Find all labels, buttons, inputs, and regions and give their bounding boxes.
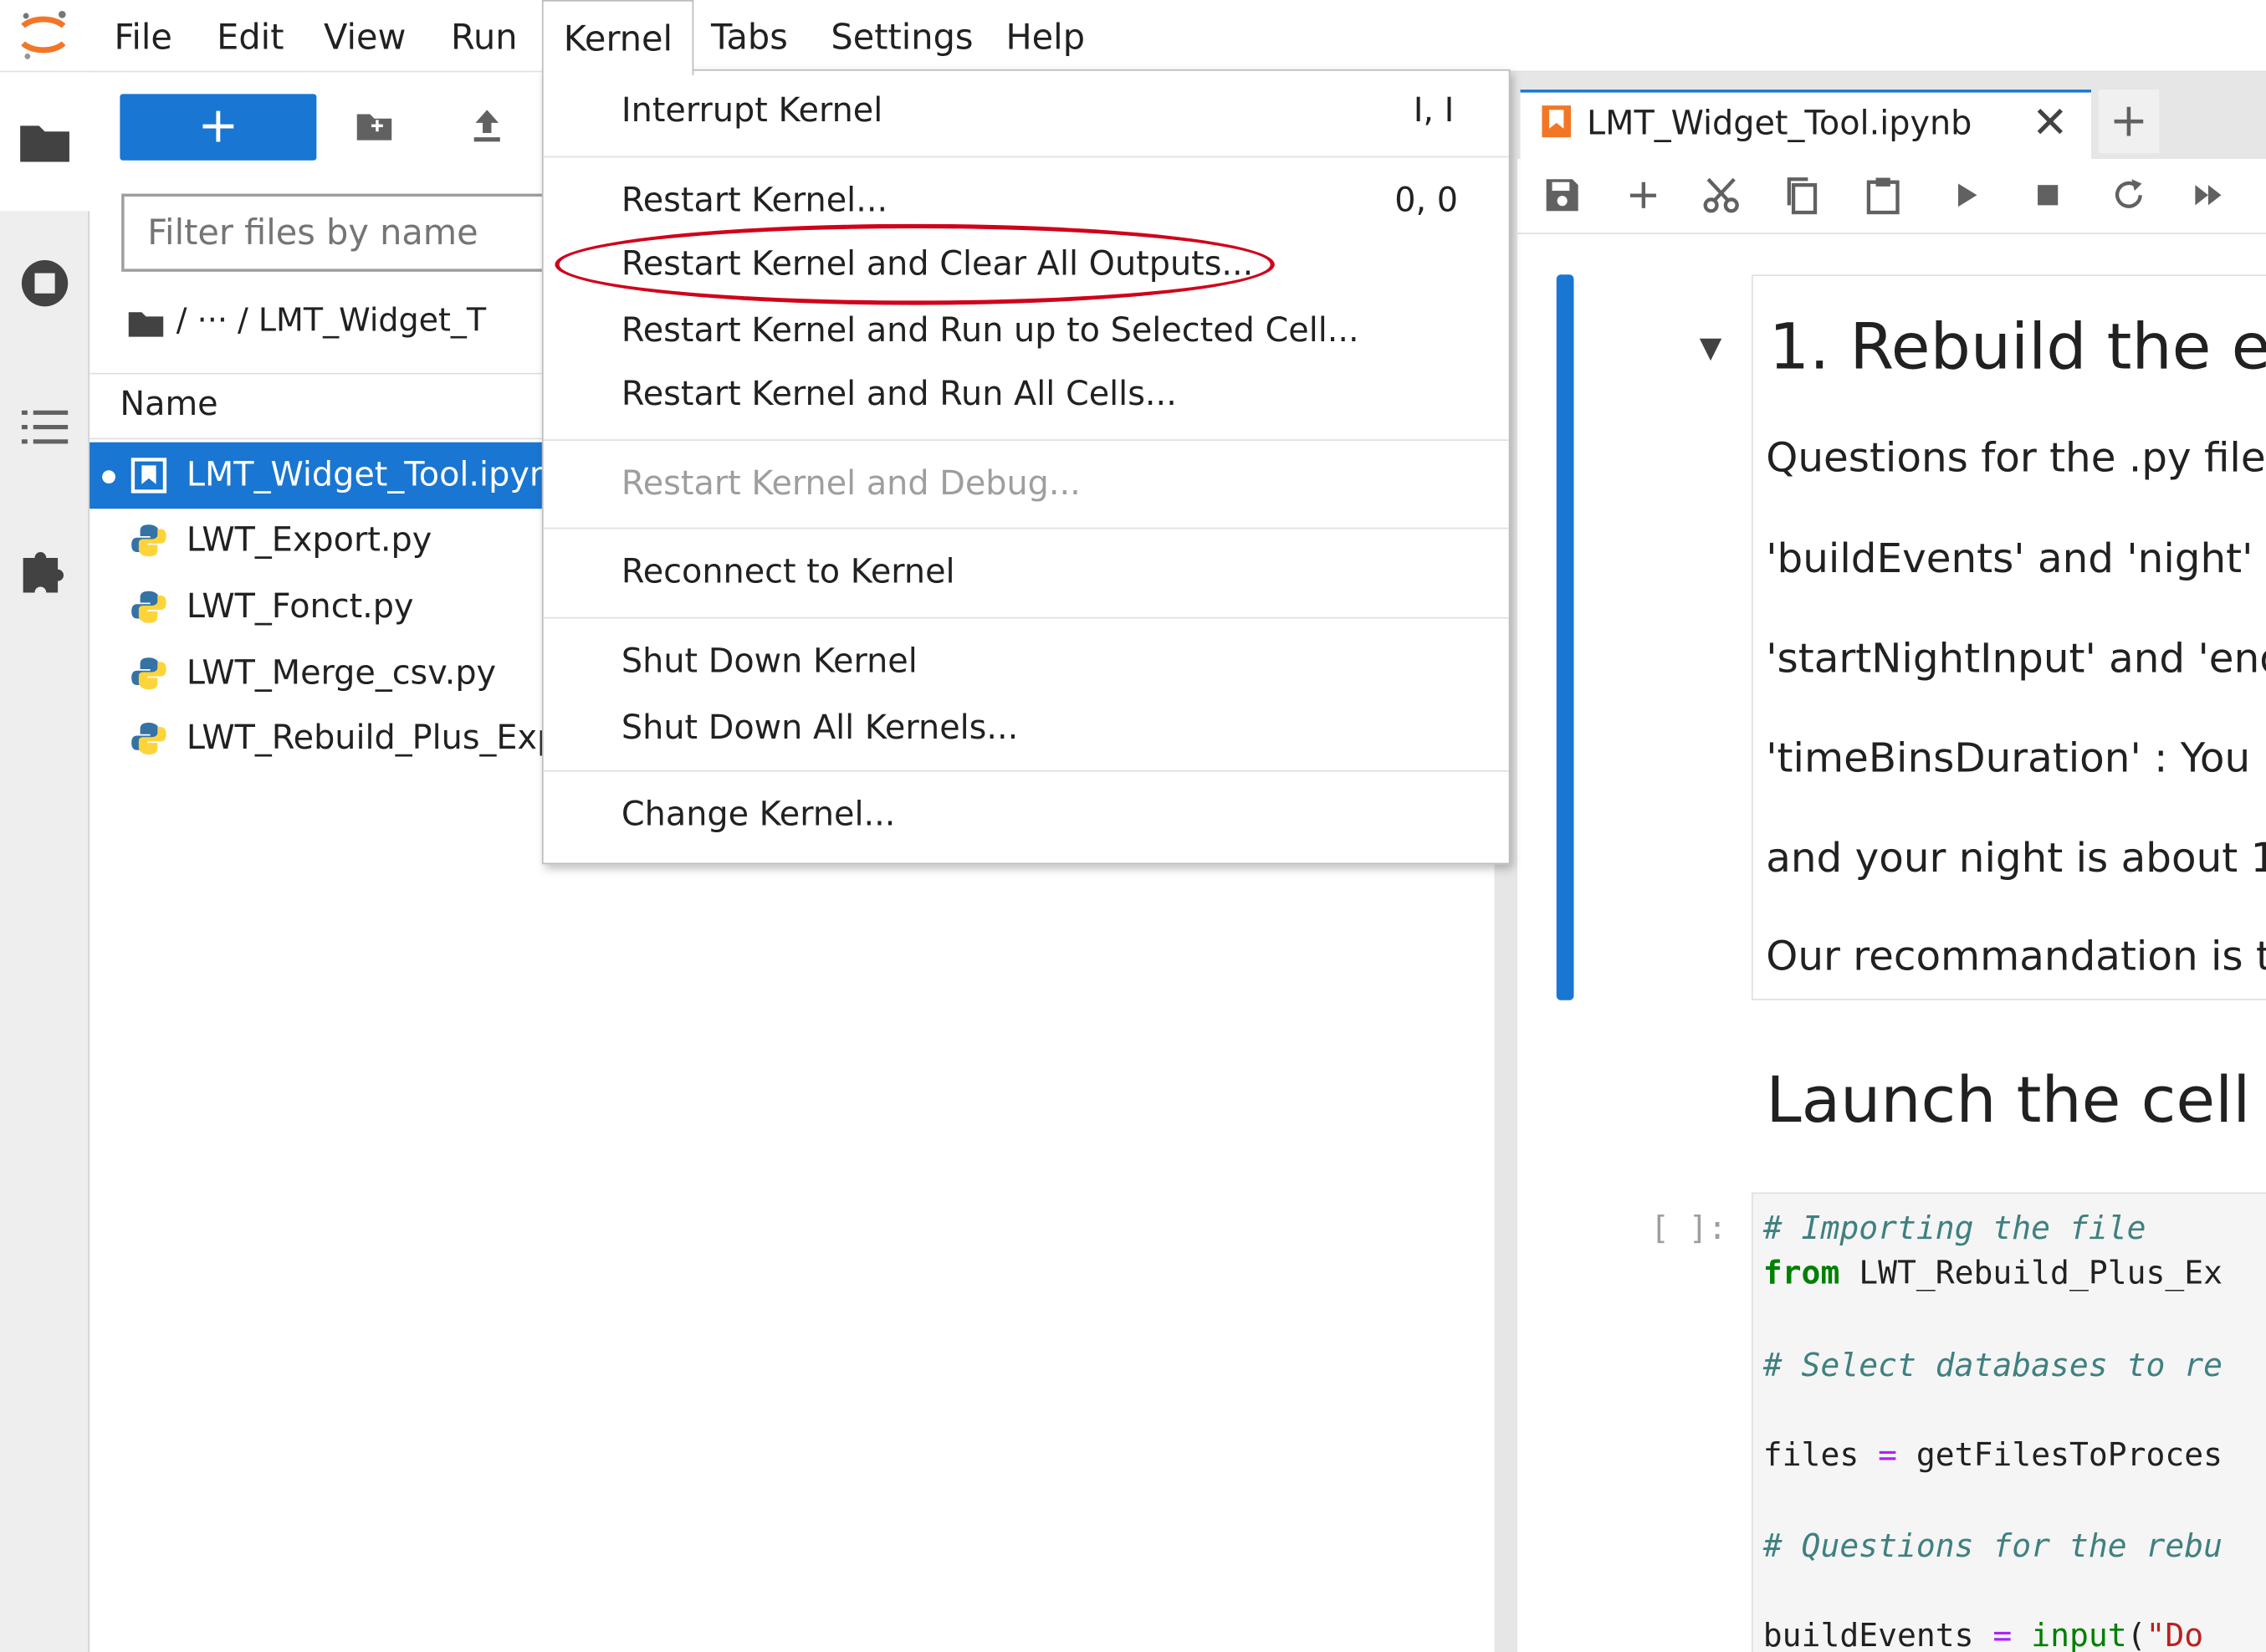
menu-shutdown-all-kernels[interactable]: Shut Down All Kernels... (621, 709, 1018, 747)
menu-separator (543, 156, 1509, 158)
code-line: # Select databases to re (1762, 1348, 2223, 1385)
menu-restart-run-selected[interactable]: Restart Kernel and Run up to Selected Ce… (621, 312, 1359, 350)
jupyter-logo-icon[interactable] (14, 6, 72, 64)
menu-separator (543, 527, 1509, 529)
markdown-text: Our recommandation is t (1766, 932, 2266, 980)
menu-restart-kernel[interactable]: Restart Kernel... (621, 182, 887, 220)
file-name: LWT_Merge_csv.py (186, 654, 497, 693)
markdown-text: 'startNightInput' and 'end (1766, 634, 2266, 683)
save-icon[interactable] (1541, 173, 1584, 217)
file-name: LWT_Fonct.py (186, 588, 414, 627)
running-indicator-icon: ● (100, 465, 117, 486)
markdown-heading: Launch the cell be (1766, 1063, 2266, 1138)
menu-restart-debug: Restart Kernel and Debug... (621, 465, 1081, 504)
menu-restart-run-all[interactable]: Restart Kernel and Run All Cells... (621, 376, 1177, 413)
add-tab-button[interactable]: + (2098, 90, 2160, 154)
menu-restart-clear-outputs[interactable]: Restart Kernel and Clear All Outputs... (621, 246, 1253, 284)
paste-icon[interactable] (1861, 173, 1905, 217)
file-name: LWT_Export.py (186, 521, 432, 560)
stop-icon[interactable] (2026, 173, 2069, 217)
markdown-text: and your night is about 1 (1766, 833, 2266, 882)
menu-edit[interactable]: Edit (217, 0, 284, 72)
python-file-icon (131, 657, 166, 690)
menu-separator (543, 616, 1509, 619)
menu-change-kernel[interactable]: Change Kernel... (621, 796, 896, 834)
cell-prompt: [ ]: (1650, 1210, 1727, 1248)
code-line: # Questions for the rebu (1762, 1529, 2223, 1566)
fast-forward-icon[interactable] (2188, 173, 2232, 217)
shortcut-interrupt: I, I (1413, 92, 1455, 130)
upload-icon[interactable] (465, 104, 509, 147)
menu-tabs[interactable]: Tabs (711, 0, 788, 72)
menu-run[interactable]: Run (451, 0, 518, 72)
menu-interrupt-kernel[interactable]: Interrupt Kernel (621, 93, 882, 130)
folder-icon[interactable] (16, 113, 74, 171)
menu-file[interactable]: File (114, 0, 171, 72)
menu-kernel[interactable]: Kernel (541, 0, 694, 75)
code-line: from LWT_Rebuild_Plus_Ex (1762, 1256, 2223, 1292)
menu-help[interactable]: Help (1005, 0, 1085, 72)
notebook-file-icon (1542, 105, 1572, 138)
extension-puzzle-icon[interactable] (16, 540, 74, 598)
breadcrumb-path[interactable]: / ··· / LMT_Widget_T (176, 296, 486, 348)
copy-icon[interactable] (1781, 173, 1824, 217)
menu-reconnect-kernel[interactable]: Reconnect to Kernel (621, 554, 955, 591)
new-launcher-button[interactable]: + (120, 94, 317, 161)
close-icon[interactable]: ✕ (2032, 93, 2068, 156)
folder-icon[interactable] (127, 308, 165, 340)
running-kernels-icon[interactable] (16, 254, 74, 312)
menu-separator (543, 439, 1509, 442)
python-file-icon (131, 524, 166, 557)
menu-separator (543, 770, 1509, 772)
code-line: buildEvents = input("Do (1762, 1619, 2204, 1652)
python-file-icon (131, 591, 166, 623)
menu-view[interactable]: View (324, 0, 406, 72)
markdown-text: 'timeBinsDuration' : You h (1766, 734, 2266, 782)
code-line: # Importing the file (1762, 1210, 2146, 1248)
markdown-heading: 1. Rebuild the eve (1768, 310, 2266, 385)
collapse-caret-icon[interactable]: ▼ (1700, 330, 1722, 364)
menu-settings[interactable]: Settings (831, 0, 973, 72)
active-cell-indicator (1556, 274, 1574, 1000)
file-name: LMT_Widget_Tool.ipyn (186, 457, 551, 494)
cut-icon[interactable] (1700, 173, 1743, 217)
new-folder-icon[interactable] (353, 104, 396, 147)
restart-icon[interactable] (2107, 173, 2151, 217)
table-of-contents-icon[interactable] (16, 399, 74, 457)
tab-label[interactable]: LMT_Widget_Tool.ipynb (1587, 95, 1972, 153)
markdown-text: 'buildEvents' and 'night' : (1766, 534, 2266, 583)
markdown-text: Questions for the .py file (1766, 433, 2266, 482)
code-line: files = getFilesToProces (1762, 1438, 2223, 1475)
column-name-header[interactable]: Name (120, 386, 217, 423)
insert-cell-icon[interactable] (1621, 173, 1665, 217)
menu-shutdown-kernel[interactable]: Shut Down Kernel (621, 643, 918, 681)
filter-files-input[interactable] (121, 193, 555, 272)
run-icon[interactable] (1945, 173, 1988, 217)
shortcut-restart: 0, 0 (1394, 182, 1459, 220)
file-name: LWT_Rebuild_Plus_Exp (186, 719, 559, 758)
notebook-file-icon (130, 458, 167, 494)
python-file-icon (131, 722, 166, 754)
